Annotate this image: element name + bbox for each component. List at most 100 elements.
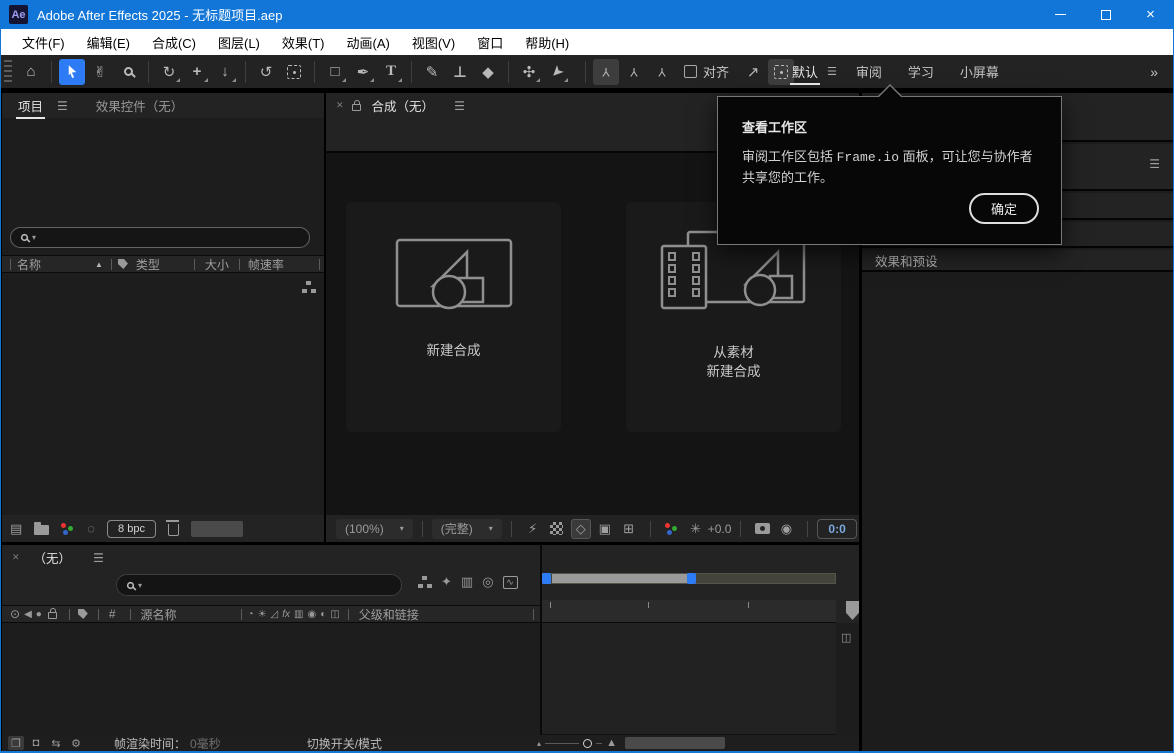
work-area-end-handle[interactable]: [687, 573, 696, 584]
video-visibility-icon[interactable]: ⊙: [10, 607, 20, 621]
label-column-icon[interactable]: [78, 609, 88, 619]
zoom-slider-track[interactable]: [596, 743, 602, 744]
orbit-camera-tool[interactable]: ↻: [156, 59, 182, 85]
three-d-layer-icon[interactable]: ◫: [330, 609, 339, 620]
shrink-expand-button[interactable]: ↗: [740, 59, 766, 85]
effects-presets-panel-header[interactable]: 效果和预设: [862, 250, 1174, 272]
local-axis-mode-button[interactable]: Y: [593, 59, 619, 85]
adjust-exposure-button[interactable]: ✳: [686, 519, 706, 539]
composition-mini-flowchart-icon[interactable]: [418, 576, 432, 588]
menu-animation[interactable]: 动画(A): [336, 33, 401, 52]
project-search-input[interactable]: ▾: [10, 227, 310, 248]
fx-icon[interactable]: fx: [282, 609, 290, 620]
toggle-switches-modes-button[interactable]: 切换开关/模式: [307, 735, 382, 752]
tab-effect-controls[interactable]: 效果控件（无）: [96, 96, 184, 115]
type-tool[interactable]: T: [378, 59, 404, 85]
column-separator[interactable]: [348, 609, 349, 620]
exposure-value[interactable]: +0.0: [708, 522, 732, 536]
menu-composition[interactable]: 合成(C): [141, 33, 207, 52]
close-tab-icon[interactable]: ✕: [336, 100, 344, 111]
lock-icon[interactable]: [48, 612, 57, 619]
menu-edit[interactable]: 编辑(E): [76, 33, 141, 52]
column-separator[interactable]: [194, 259, 195, 270]
project-flowchart-icon[interactable]: [302, 281, 316, 293]
new-composition-card[interactable]: 新建合成: [346, 202, 561, 432]
project-scrollbar-thumb[interactable]: [191, 521, 243, 537]
sort-ascending-icon[interactable]: ▲: [95, 260, 103, 269]
motion-blur-icon[interactable]: ◎: [482, 574, 493, 590]
draft-3d-icon[interactable]: ✦: [441, 574, 452, 590]
workspace-overflow-chevrons[interactable]: »: [1150, 64, 1173, 80]
zoom-out-mountain-icon[interactable]: ▴: [537, 739, 541, 748]
zoom-slider-track[interactable]: [545, 743, 579, 744]
audio-icon[interactable]: ◀: [24, 609, 32, 620]
timeline-panel-menu-icon[interactable]: ☰: [93, 551, 104, 565]
rotation-tool[interactable]: ↺: [253, 59, 279, 85]
timeline-scrollbar-thumb[interactable]: [625, 737, 725, 749]
menu-file[interactable]: 文件(F): [11, 33, 76, 52]
workspace-tab-small-screen[interactable]: 小屏幕: [947, 55, 1012, 88]
column-type[interactable]: 类型: [136, 256, 194, 273]
comp-button-icon[interactable]: ◫: [841, 631, 851, 644]
motion-blur-switch-icon[interactable]: ◉: [307, 609, 316, 620]
zoom-tool[interactable]: [115, 59, 141, 85]
eraser-tool[interactable]: ◆: [475, 59, 501, 85]
tab-timeline[interactable]: （无）: [30, 548, 76, 567]
dolly-camera-tool[interactable]: ↓: [212, 59, 238, 85]
composition-panel-menu-icon[interactable]: ☰: [454, 99, 465, 113]
new-folder-icon[interactable]: [34, 525, 49, 535]
column-separator[interactable]: [241, 609, 242, 620]
timeline-search-input[interactable]: ▾: [116, 574, 402, 596]
column-separator[interactable]: [98, 609, 99, 620]
resolution-dropdown[interactable]: (完整) ▾: [432, 519, 502, 539]
roto-brush-tool[interactable]: ✣: [516, 59, 542, 85]
tooltip-ok-button[interactable]: 确定: [969, 193, 1039, 224]
column-name[interactable]: 名称: [17, 256, 95, 273]
puppet-pin-tool[interactable]: ➤: [544, 59, 570, 85]
menu-view[interactable]: 视图(V): [401, 33, 466, 52]
transfer-controls-pane-icon[interactable]: ◘: [28, 736, 44, 750]
menu-window[interactable]: 窗口: [466, 33, 514, 52]
menu-help[interactable]: 帮助(H): [514, 33, 580, 52]
column-separator[interactable]: [130, 609, 131, 620]
layer-switches-pane-icon[interactable]: ❐: [8, 736, 24, 750]
clone-stamp-tool[interactable]: ⊥: [447, 59, 473, 85]
home-button[interactable]: ⌂: [18, 59, 44, 85]
column-separator[interactable]: [239, 259, 240, 270]
work-area-active-range[interactable]: [552, 574, 688, 583]
brush-tool[interactable]: ✎: [419, 59, 445, 85]
time-ruler[interactable]: [542, 600, 836, 623]
column-size[interactable]: 大小: [205, 256, 239, 273]
maximize-button[interactable]: [1083, 0, 1128, 29]
label-column-icon[interactable]: [118, 259, 128, 269]
tab-composition[interactable]: 合成（无）: [368, 96, 439, 115]
region-of-interest-button[interactable]: ▣: [595, 519, 615, 539]
menu-effect[interactable]: 效果(T): [271, 33, 336, 52]
column-index[interactable]: #: [109, 607, 116, 621]
work-area-start-handle[interactable]: [542, 573, 551, 584]
world-axis-mode-button[interactable]: Y: [621, 59, 647, 85]
snap-checkbox[interactable]: [684, 65, 697, 78]
view-axis-mode-button[interactable]: Y: [649, 59, 675, 85]
interpret-footage-icon[interactable]: ▤: [10, 521, 22, 537]
column-separator[interactable]: [533, 609, 534, 620]
minimize-button[interactable]: [1038, 0, 1083, 29]
camera-tool[interactable]: [281, 59, 307, 85]
mask-visibility-button[interactable]: ◇: [571, 519, 591, 539]
column-separator[interactable]: [111, 259, 112, 270]
column-source-name[interactable]: 源名称: [141, 606, 177, 623]
column-separator[interactable]: [10, 259, 11, 270]
timeline-layer-list[interactable]: [2, 623, 540, 735]
in-out-pane-icon[interactable]: ⇆: [48, 736, 64, 750]
take-snapshot-button[interactable]: [752, 519, 772, 539]
work-area-bar[interactable]: [542, 573, 836, 584]
show-snapshot-button[interactable]: ◉: [776, 519, 796, 539]
column-parent-link[interactable]: 父级和链接: [359, 606, 419, 623]
fast-preview-button[interactable]: ⚡: [523, 519, 543, 539]
solo-icon[interactable]: ●: [36, 609, 42, 620]
magnification-dropdown[interactable]: (100%) ▾: [336, 519, 413, 539]
proxy-icon[interactable]: ◌: [87, 521, 95, 536]
shy-icon[interactable]: ◔: [248, 609, 254, 620]
pen-tool[interactable]: ✒: [350, 59, 376, 85]
right-panel-menu-icon[interactable]: ☰: [1149, 157, 1160, 171]
